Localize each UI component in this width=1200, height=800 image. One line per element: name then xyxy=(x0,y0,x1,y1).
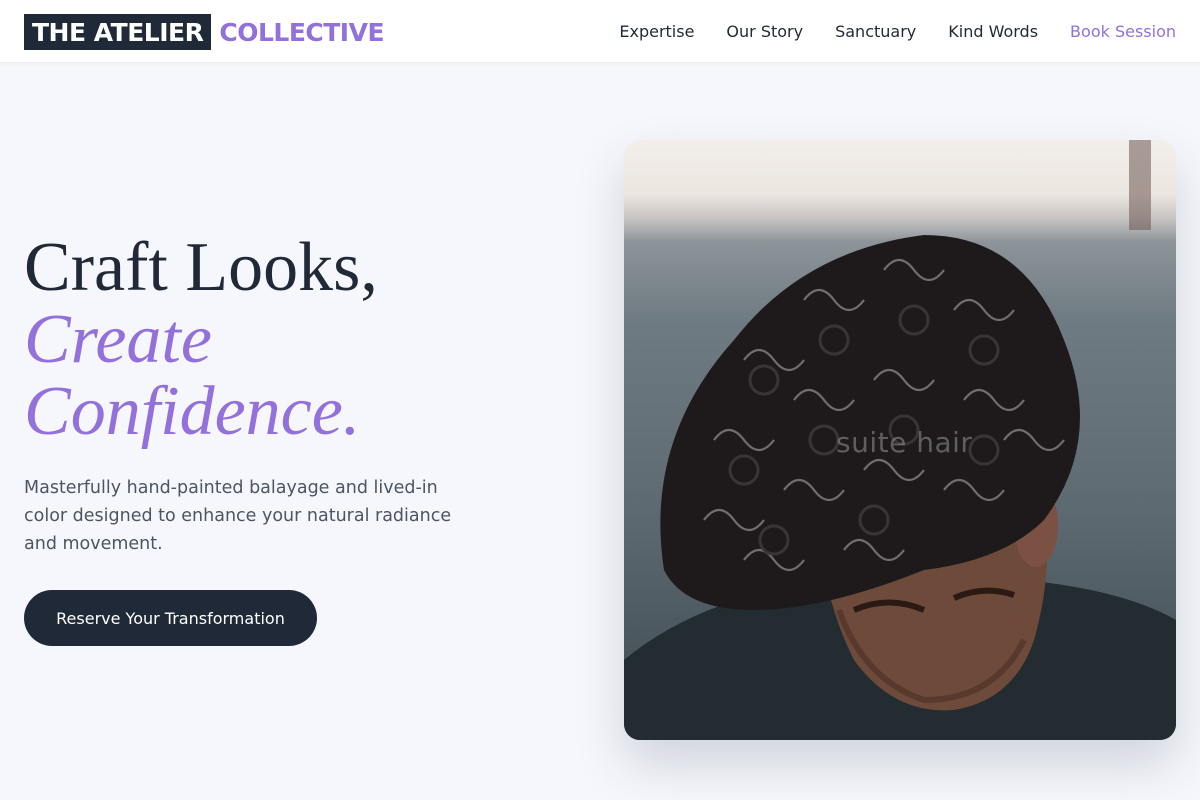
hero-subtitle: Masterfully hand-painted balayage and li… xyxy=(24,478,452,554)
hero-title-line-3: Confidence. xyxy=(24,373,361,450)
hero-title-line-1: Craft Looks, xyxy=(24,229,378,306)
hero-photo: suite hair xyxy=(624,140,1176,740)
brand-name-primary: THE ATELIER xyxy=(24,14,212,50)
nav-link-sanctuary[interactable]: Sanctuary xyxy=(835,22,916,41)
nav-link-expertise[interactable]: Expertise xyxy=(619,22,694,41)
photo-overlay-text: suite hair xyxy=(836,426,973,459)
nav-links: Expertise Our Story Sanctuary Kind Words… xyxy=(619,0,1176,62)
brand-logo[interactable]: THE ATELIER COLLECTIVE xyxy=(24,14,385,50)
nav-link-kind-words[interactable]: Kind Words xyxy=(948,22,1038,41)
brand-name-accent: COLLECTIVE xyxy=(219,17,385,47)
reserve-transformation-button[interactable]: Reserve Your Transformation xyxy=(24,590,317,646)
nav-book-session-link[interactable]: Book Session xyxy=(1070,22,1176,41)
nav-link-our-story[interactable]: Our Story xyxy=(726,22,803,41)
top-nav: THE ATELIER COLLECTIVE Expertise Our Sto… xyxy=(0,0,1200,63)
hero-title-line-2: Create xyxy=(24,301,212,378)
hero-title: Craft Looks, Create Confidence. xyxy=(24,232,378,448)
